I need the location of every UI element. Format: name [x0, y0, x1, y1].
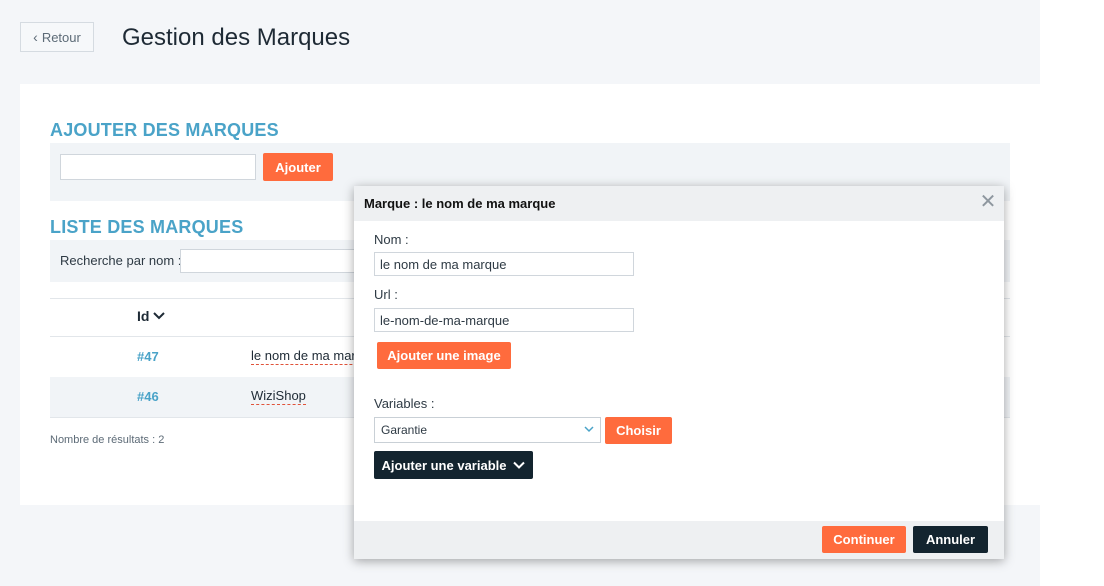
brand-id[interactable]: #47: [137, 349, 159, 364]
add-variable-label: Ajouter une variable: [381, 457, 507, 473]
search-label: Recherche par nom :: [60, 253, 182, 268]
back-button[interactable]: ‹ Retour: [20, 22, 94, 52]
add-variable-button[interactable]: Ajouter une variable: [374, 451, 533, 479]
brands-list-title: LISTE DES MARQUES: [50, 217, 244, 237]
add-brands-title: AJOUTER DES MARQUES: [50, 120, 279, 140]
url-label: Url :: [374, 287, 398, 302]
page-header: ‹ Retour Gestion des Marques: [0, 0, 1040, 84]
variable-select-value: Garantie: [381, 423, 428, 437]
search-input[interactable]: [180, 249, 380, 273]
results-count: Nombre de résultats : 2: [50, 434, 165, 446]
close-icon[interactable]: ✕: [978, 192, 998, 212]
name-label: Nom :: [374, 232, 409, 247]
name-field[interactable]: le nom de ma marque: [374, 252, 634, 276]
brand-edit-modal: Marque : le nom de ma marque ✕ Nom : le …: [354, 186, 1004, 559]
variables-label: Variables :: [374, 396, 435, 411]
choose-button[interactable]: Choisir: [605, 417, 672, 444]
add-brand-input[interactable]: [60, 154, 256, 180]
id-column-label: Id: [137, 308, 150, 324]
brand-id[interactable]: #46: [137, 389, 159, 404]
brand-name[interactable]: WiziShop: [251, 388, 306, 405]
chevron-down-icon: [584, 426, 594, 433]
modal-footer: Continuer Annuler: [354, 521, 1004, 559]
chevron-left-icon: ‹: [33, 29, 38, 45]
add-image-button[interactable]: Ajouter une image: [377, 342, 511, 369]
modal-header: Marque : le nom de ma marque ✕: [354, 186, 1004, 221]
back-label: Retour: [41, 29, 81, 45]
url-field[interactable]: le-nom-de-ma-marque: [374, 308, 634, 332]
chevron-down-icon: [153, 312, 166, 320]
modal-title: Marque : le nom de ma marque: [364, 196, 556, 211]
cancel-button[interactable]: Annuler: [913, 526, 988, 553]
page-title: Gestion des Marques: [122, 24, 351, 51]
chevron-down-icon: [513, 461, 526, 469]
id-column-header[interactable]: Id: [137, 308, 166, 324]
variable-select[interactable]: Garantie: [374, 417, 601, 443]
continue-button[interactable]: Continuer: [822, 526, 906, 553]
add-brand-button[interactable]: Ajouter: [263, 153, 333, 181]
